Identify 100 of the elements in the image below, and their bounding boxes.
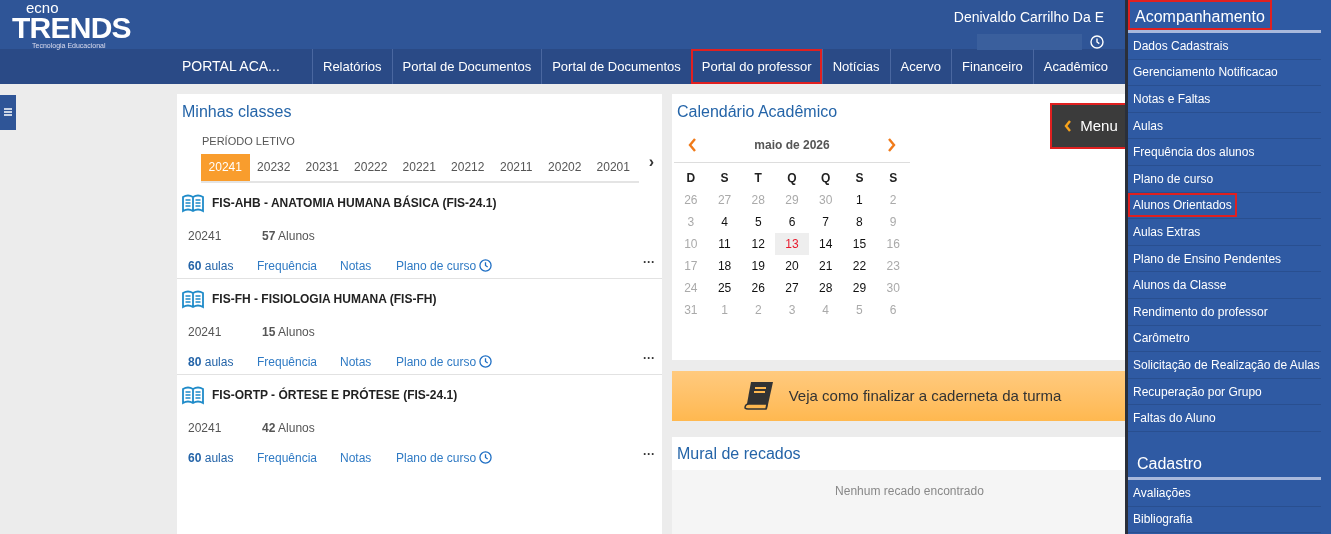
card-title: Calendário Acadêmico [676,102,839,122]
nav-tab[interactable]: Acervo [889,49,952,84]
calendar-day[interactable]: 14 [808,233,843,255]
more-options-button[interactable]: ··· [643,444,655,463]
nav-tab[interactable]: Acadêmico [1032,49,1119,84]
class-period: 20241 [188,419,223,437]
menu-item[interactable]: Bibliografia [1128,507,1198,532]
calendar-day[interactable]: 20 [775,255,809,277]
weekday-label: S [719,170,730,187]
period-tab[interactable]: 20222 [346,153,395,181]
open-book-icon [182,192,204,213]
weekday-label: Q [786,170,798,187]
next-periods-button[interactable]: › [648,153,654,170]
nav-tab[interactable]: Notícias [821,49,890,84]
class-link[interactable]: Plano de curso [396,352,477,371]
nav-tab[interactable]: Financeiro [951,49,1033,84]
weekday-label: T [753,170,763,187]
calendar-day[interactable]: 12 [741,233,776,255]
notebook-icon [742,381,775,411]
lessons-link[interactable]: 60 aulas [188,256,257,275]
side-toggle-tab[interactable] [0,95,16,130]
class-name[interactable]: FIS-AHB - ANATOMIA HUMANA BÁSICA (FIS-24.1) [212,193,497,212]
class-link[interactable]: Notas [340,448,396,467]
empty-message: Nenhum recado encontrado [834,483,984,500]
weekday-label: D [685,170,697,187]
calendar-day[interactable]: 8 [842,211,877,233]
previous-month-icon[interactable] [688,138,697,152]
student-count: 15 Alunos [262,323,315,341]
class-link[interactable]: Notas [340,256,396,275]
calendar-day[interactable]: 7 [808,211,843,233]
menu-item[interactable]: Carômetro [1128,326,1195,351]
menu-item[interactable]: Plano de curso [1128,166,1219,191]
student-count: 57 Alunos [262,227,315,245]
calendar-day[interactable]: 1 [842,189,877,211]
weekday-label: Q [820,170,832,187]
calendar-day[interactable]: 29 [842,277,877,299]
class-link[interactable]: Frequência [257,256,340,275]
menu-item[interactable]: Rendimento do professor [1128,299,1273,324]
menu-item[interactable]: Avaliações [1128,480,1196,505]
chevron-left-icon [1064,120,1073,132]
nav-tab[interactable]: Portal de Documentos [541,49,691,84]
menu-item[interactable]: Dados Cadastrais [1128,33,1234,58]
nav-tab[interactable]: Portal do professor [690,49,822,84]
lessons-link[interactable]: 60 aulas [188,448,257,467]
menu-item[interactable]: Gerenciamento Notificacao [1128,60,1283,85]
weekday-label: S [888,170,899,187]
class-link[interactable]: Notas [340,352,396,371]
calendar-day[interactable]: 25 [707,277,742,299]
more-options-button[interactable]: ··· [643,348,655,367]
user-name: Denivaldo Carrilho Da E [953,8,1104,27]
clock-icon [479,355,493,368]
month-label: maio de 2026 [754,137,830,154]
class-name[interactable]: FIS-FH - FISIOLOGIA HUMANA (FIS-FH) [212,289,437,308]
card-title: Minhas classes [181,102,293,122]
calendar-day[interactable]: 26 [741,277,776,299]
nav-tab[interactable]: Portal de Documentos [391,49,542,84]
period-tab[interactable]: 20211 [492,153,541,181]
calendar-day[interactable]: 21 [808,255,843,277]
period-tab[interactable]: 20231 [298,153,347,181]
lessons-link[interactable]: 80 aulas [188,352,257,371]
class-link[interactable]: Frequência [257,448,340,467]
calendar-day[interactable]: 28 [808,277,843,299]
calendar-day[interactable]: 6 [775,211,809,233]
menu-section-title: Cadastro [1136,453,1203,474]
menu-item[interactable]: Alunos da Classe [1128,273,1232,298]
class-link[interactable]: Frequência [257,352,340,371]
open-book-icon [182,288,204,309]
period-label: PERÍODO LETIVO [201,134,296,149]
menu-item[interactable]: Plano de Ensino Pendentes [1128,246,1287,271]
menu-section-title: Acompanhamento [1128,0,1272,30]
calendar-day[interactable]: 5 [741,211,776,233]
period-tab[interactable]: 20202 [540,153,589,181]
calendar-day[interactable]: 19 [741,255,776,277]
class-link[interactable]: Plano de curso [396,448,477,467]
open-book-icon [182,384,204,405]
clock-icon [479,259,493,272]
more-options-button[interactable]: ··· [643,252,655,271]
class-period: 20241 [188,323,223,341]
calendar-day[interactable]: 11 [707,233,742,255]
clock-icon [479,451,493,464]
period-tab[interactable]: 20212 [443,153,492,181]
calendar-day[interactable]: 22 [842,255,877,277]
student-count: 42 Alunos [262,419,315,437]
card-title: Mural de recados [676,444,802,464]
calendar-day[interactable]: 15 [842,233,877,255]
calendar-day[interactable]: 4 [707,211,742,233]
menu-item[interactable]: Alunos Orientados [1128,193,1237,218]
calendar-day[interactable]: 13 [775,233,809,255]
next-month-icon[interactable] [887,138,896,152]
list-icon [4,107,12,118]
period-tab[interactable]: 20232 [249,153,298,181]
calendar-day[interactable]: 27 [775,277,809,299]
period-tab[interactable]: 20201 [589,153,638,181]
period-tab[interactable]: 20221 [395,153,444,181]
portal-title[interactable]: PORTAL ACA... [182,49,312,84]
class-name[interactable]: FIS-ORTP - ÓRTESE E PRÓTESE (FIS-24.1) [212,385,458,404]
menu-item[interactable]: Aulas Extras [1128,219,1206,244]
class-link[interactable]: Plano de curso [396,256,477,275]
calendar-day[interactable]: 18 [707,255,742,277]
nav-tab[interactable]: Relatórios [312,49,392,84]
